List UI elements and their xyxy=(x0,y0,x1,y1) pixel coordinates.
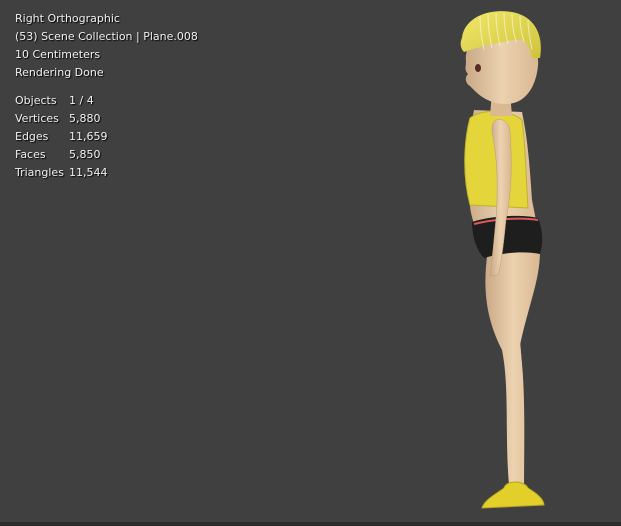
stat-value: 1 / 4 xyxy=(69,94,94,107)
stat-row-vertices: Vertices 5,880 xyxy=(15,110,108,128)
view-name: Right Orthographic xyxy=(15,12,120,25)
render-status: Rendering Done xyxy=(15,66,104,79)
front-leg xyxy=(485,250,540,497)
stat-label: Vertices xyxy=(15,112,59,125)
stat-label: Edges xyxy=(15,130,49,143)
stat-label: Objects xyxy=(15,94,57,107)
collection-info: (53) Scene Collection | Plane.008 xyxy=(15,30,198,43)
grid-scale: 10 Centimeters xyxy=(15,48,101,61)
character-model[interactable] xyxy=(440,0,580,522)
shoe xyxy=(481,481,545,509)
stat-row-triangles: Triangles 11,544 xyxy=(15,164,108,182)
stat-value: 5,850 xyxy=(69,148,101,161)
viewport-info-overlay: Right Orthographic (53) Scene Collection… xyxy=(15,10,198,82)
stat-row-objects: Objects 1 / 4 xyxy=(15,92,108,110)
stat-value: 11,544 xyxy=(69,166,108,179)
stat-row-faces: Faces 5,850 xyxy=(15,146,108,164)
3d-viewport[interactable]: Right Orthographic (53) Scene Collection… xyxy=(0,0,621,522)
stat-value: 5,880 xyxy=(69,112,101,125)
scene-statistics: Objects 1 / 4 Vertices 5,880 Edges 11,65… xyxy=(15,92,108,182)
stat-row-edges: Edges 11,659 xyxy=(15,128,108,146)
stat-label: Faces xyxy=(15,148,46,161)
eye xyxy=(475,64,481,72)
viewport-bottom-border xyxy=(0,522,621,526)
stat-label: Triangles xyxy=(15,166,64,179)
stat-value: 11,659 xyxy=(69,130,108,143)
